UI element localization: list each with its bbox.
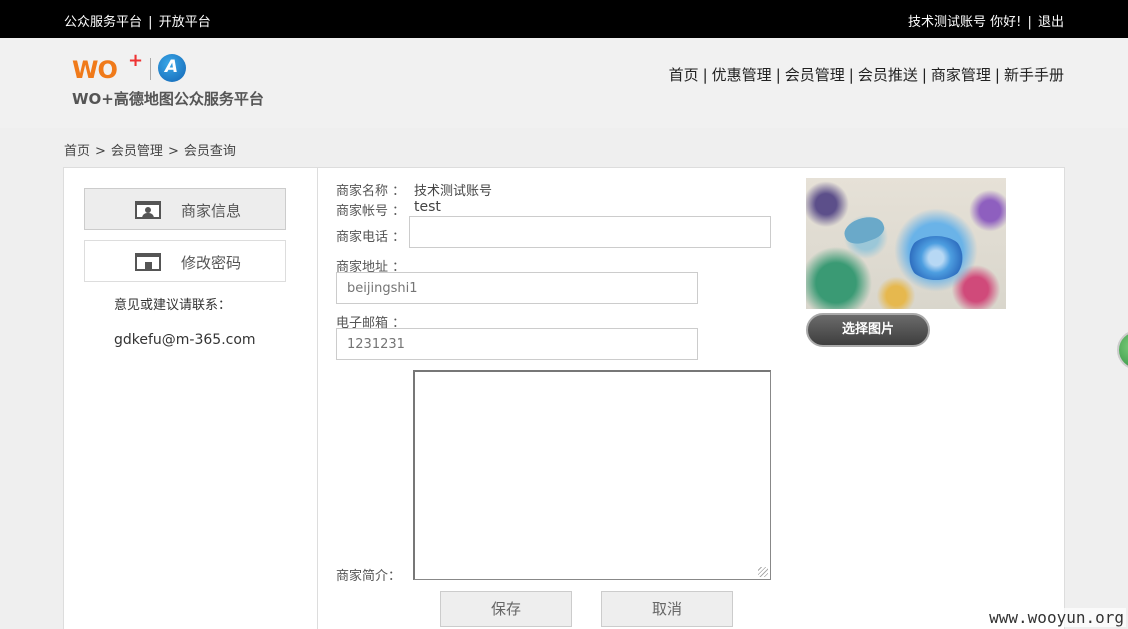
flower-illustration: [906, 236, 966, 280]
nav-item-home[interactable]: 首页: [669, 66, 699, 84]
merchant-name-label: 商家名称 ：: [336, 184, 406, 199]
nav-separator: |: [775, 66, 781, 84]
sidebar-item-change-password[interactable]: 修改密码: [84, 240, 286, 282]
nav-item-members[interactable]: 会员管理: [785, 66, 845, 84]
user-greeting: 技术测试账号 你好!: [907, 15, 1022, 30]
merchant-name-value: 技术测试账号: [414, 184, 493, 199]
save-button[interactable]: 保存: [440, 591, 572, 627]
merchant-image: [806, 178, 1006, 309]
intro-label: 商家简介：: [336, 569, 402, 584]
platform-link[interactable]: 公众服务平台: [64, 15, 142, 30]
breadcrumb-members[interactable]: 会员管理: [111, 144, 163, 159]
bird-illustration: [841, 211, 887, 249]
nav-separator: |: [848, 66, 854, 84]
intro-textarea[interactable]: [413, 370, 771, 580]
contact-email: gdkefu@m-365.com: [114, 332, 256, 348]
top-separator: |: [148, 15, 153, 30]
sidebar-item-label: 商家信息: [181, 202, 242, 220]
phone-input[interactable]: [409, 216, 771, 248]
id-card-icon: [135, 201, 161, 219]
watermark: www.wooyun.org: [987, 608, 1126, 627]
logo-divider: [150, 58, 151, 80]
nav-separator: |: [994, 66, 1000, 84]
breadcrumb-home[interactable]: 首页: [64, 144, 90, 159]
top-separator: |: [1027, 15, 1032, 30]
merchant-account-label: 商家帐号 ：: [336, 204, 406, 219]
nav-separator: |: [921, 66, 927, 84]
sidebar-item-label: 修改密码: [181, 254, 242, 272]
content-panel: 商家信息 修改密码 意见或建议请联系： gdkefu@m-365.com 商家名…: [63, 167, 1065, 629]
site-logo[interactable]: WO + WO+高德地图公众服务平台: [72, 50, 292, 112]
amap-logo-icon: [158, 54, 186, 82]
email-input[interactable]: [336, 328, 698, 360]
sidebar-item-merchant-info[interactable]: 商家信息: [84, 188, 286, 230]
lock-icon: [135, 253, 161, 271]
contact-label: 意见或建议请联系：: [114, 298, 232, 313]
sidebar: 商家信息 修改密码 意见或建议请联系： gdkefu@m-365.com: [64, 168, 318, 629]
breadcrumb: 首页 > 会员管理 > 会员查询: [64, 140, 236, 159]
top-bar: 公众服务平台 | 开放平台 技术测试账号 你好! | 退出: [0, 0, 1128, 38]
phone-label: 商家电话 ：: [336, 230, 406, 245]
nav-item-merchant[interactable]: 商家管理: [931, 66, 991, 84]
nav-separator: |: [702, 66, 708, 84]
breadcrumb-current: 会员查询: [183, 144, 236, 159]
wo-logo-text: WO: [72, 56, 118, 84]
breadcrumb-separator: >: [167, 144, 179, 159]
top-bar-left: 公众服务平台 | 开放平台: [64, 11, 211, 30]
logo-caption: WO+高德地图公众服务平台: [72, 90, 264, 108]
nav-item-member-push[interactable]: 会员推送: [858, 66, 918, 84]
address-input[interactable]: [336, 272, 698, 304]
wo-logo-plus: +: [128, 50, 144, 71]
select-image-button[interactable]: 选择图片: [806, 313, 930, 347]
merchant-form: 商家名称 ： 技术测试账号 商家帐号 ： test 商家电话 ： 商家地址 ： …: [336, 168, 796, 629]
open-platform-link[interactable]: 开放平台: [159, 15, 211, 30]
site-header: WO + WO+高德地图公众服务平台 首页|优惠管理|会员管理|会员推送|商家管…: [0, 38, 1128, 128]
main-nav: 首页 | 优惠管理 | 会员管理 | 会员推送 | 商家管理 | 新手手册: [669, 64, 1064, 85]
floating-widget-icon[interactable]: [1117, 330, 1128, 370]
breadcrumb-separator: >: [95, 144, 106, 159]
top-bar-right: 技术测试账号 你好! | 退出: [908, 11, 1064, 30]
cancel-button[interactable]: 取消: [601, 591, 733, 627]
merchant-account-value: test: [414, 199, 441, 215]
logout-link[interactable]: 退出: [1038, 15, 1064, 30]
nav-item-manual[interactable]: 新手手册: [1004, 66, 1064, 84]
nav-item-coupons[interactable]: 优惠管理: [712, 66, 772, 84]
resize-grip-icon[interactable]: [758, 567, 768, 577]
